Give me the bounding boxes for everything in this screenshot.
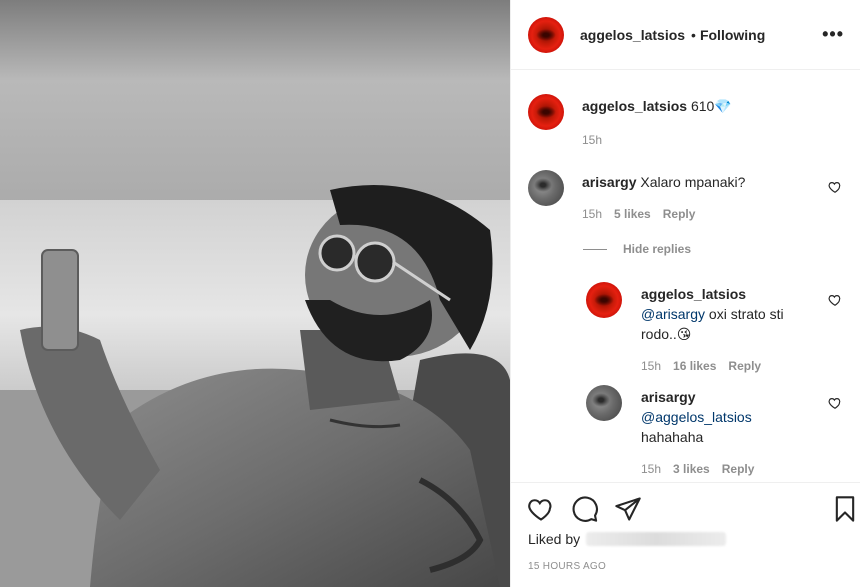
share-icon[interactable] bbox=[614, 495, 642, 523]
reply-avatar[interactable] bbox=[586, 385, 622, 421]
comment-item: arisargy Xalaro mpanaki? 15h 5 likes Rep… bbox=[528, 170, 745, 224]
reply-item: aggelos_latsios @arisargy oxi strato sti… bbox=[586, 282, 784, 376]
post-panel: aggelos_latsios • Following ••• aggelos_… bbox=[510, 0, 860, 587]
author-avatar[interactable] bbox=[528, 16, 564, 53]
hide-replies-line bbox=[583, 248, 607, 250]
reply-mention[interactable]: @arisargy bbox=[641, 306, 705, 322]
comment-avatar[interactable] bbox=[528, 170, 564, 206]
reply-like-heart-icon[interactable] bbox=[828, 293, 842, 307]
reply-text-line2: rodo..😘 bbox=[641, 326, 692, 342]
comment-text: Xalaro mpanaki? bbox=[640, 174, 746, 190]
like-heart-icon[interactable] bbox=[527, 495, 555, 523]
caption-username[interactable]: aggelos_latsios bbox=[582, 98, 687, 114]
post-timestamp[interactable]: 15 HOURS AGO bbox=[528, 561, 606, 572]
caption-avatar[interactable] bbox=[528, 94, 564, 130]
more-options-icon[interactable]: ••• bbox=[822, 24, 844, 45]
post-photo[interactable] bbox=[0, 0, 510, 587]
caption: aggelos_latsios 610💎 15h bbox=[528, 94, 732, 150]
reply-mention[interactable]: @aggelos_latsios bbox=[641, 407, 754, 427]
reply-time[interactable]: 15h bbox=[641, 459, 661, 479]
reply-text: hahahaha bbox=[641, 429, 704, 445]
hide-replies-button[interactable]: Hide replies bbox=[583, 242, 691, 256]
post-photo-image bbox=[0, 0, 510, 587]
author-username[interactable]: aggelos_latsios bbox=[580, 27, 685, 43]
post-header: aggelos_latsios • Following ••• bbox=[511, 0, 860, 70]
caption-text: 610💎 bbox=[690, 98, 732, 114]
comment-reply-button[interactable]: Reply bbox=[663, 204, 696, 224]
reply-username[interactable]: aggelos_latsios bbox=[641, 284, 784, 304]
reply-item: arisargy @aggelos_latsios hahahaha 15h 3… bbox=[586, 385, 754, 479]
reply-time[interactable]: 15h bbox=[641, 356, 661, 376]
comment-username[interactable]: arisargy bbox=[582, 174, 636, 190]
reply-likes[interactable]: 3 likes bbox=[673, 459, 710, 479]
reply-likes[interactable]: 16 likes bbox=[673, 356, 716, 376]
liked-by: Liked by bbox=[528, 531, 727, 547]
comments-list[interactable]: aggelos_latsios 610💎 15h arisargy Xalaro… bbox=[511, 70, 860, 482]
reply-reply-button[interactable]: Reply bbox=[728, 356, 761, 376]
liked-by-blurred-names[interactable] bbox=[586, 532, 727, 546]
header-separator: • bbox=[691, 26, 696, 43]
reply-username[interactable]: arisargy bbox=[641, 387, 754, 407]
comment-icon[interactable] bbox=[571, 495, 599, 523]
post-actions: Liked by 15 HOURS AGO bbox=[511, 482, 860, 587]
bookmark-icon[interactable] bbox=[831, 495, 859, 523]
reply-like-heart-icon[interactable] bbox=[828, 396, 842, 410]
liked-by-label: Liked by bbox=[528, 531, 581, 547]
comment-time[interactable]: 15h bbox=[582, 204, 602, 224]
hide-replies-label: Hide replies bbox=[623, 242, 692, 256]
reply-text-line1: oxi strato sti bbox=[705, 306, 784, 322]
reply-reply-button[interactable]: Reply bbox=[722, 459, 755, 479]
caption-time[interactable]: 15h bbox=[582, 130, 602, 150]
comment-like-heart-icon[interactable] bbox=[828, 180, 842, 194]
following-button[interactable]: Following bbox=[700, 27, 765, 43]
reply-avatar[interactable] bbox=[586, 282, 622, 318]
comment-likes[interactable]: 5 likes bbox=[614, 204, 651, 224]
